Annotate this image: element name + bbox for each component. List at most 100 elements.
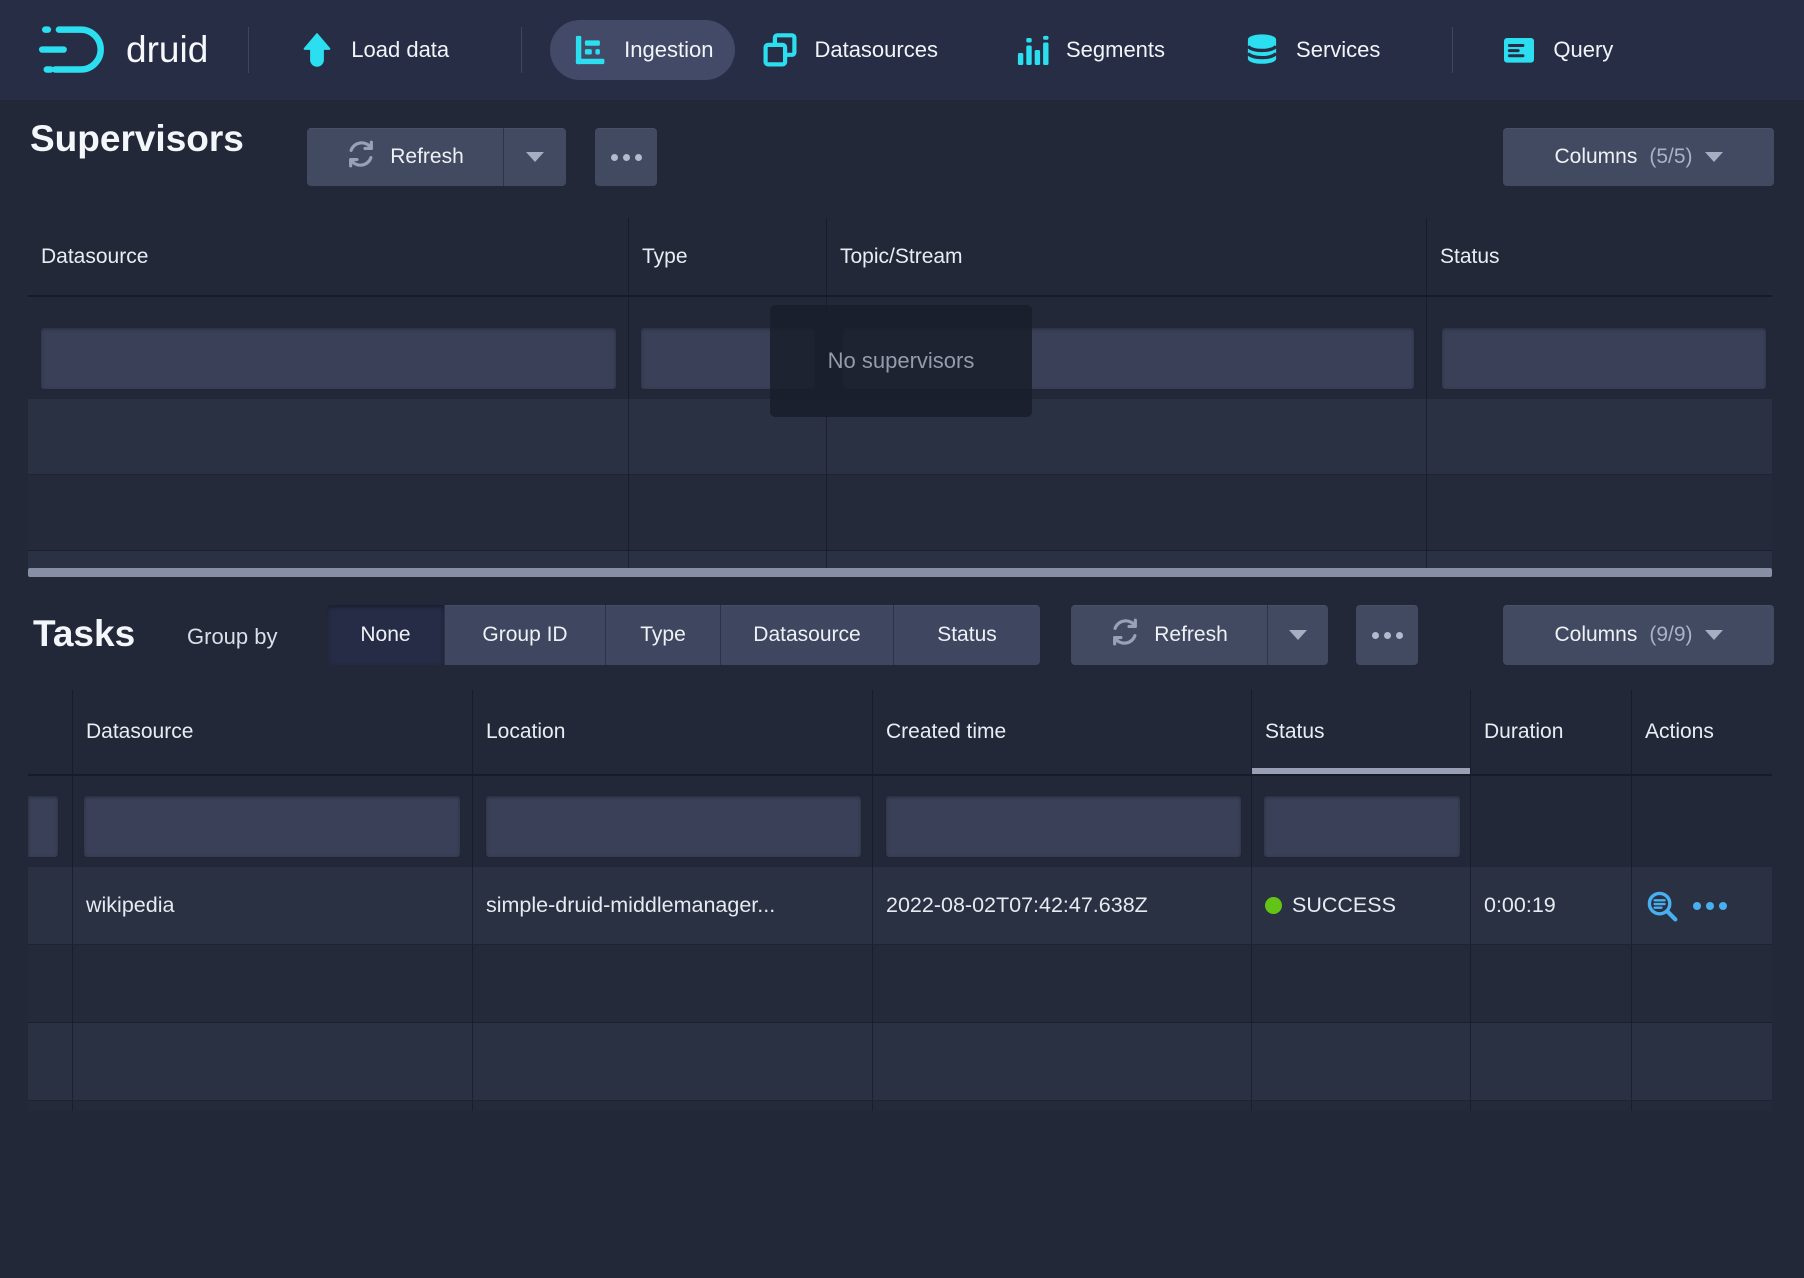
task-duration-cell: 0:00:19 xyxy=(1471,867,1632,944)
column-header-status[interactable]: Status xyxy=(1252,690,1471,774)
horizontal-scrollbar[interactable] xyxy=(28,568,1772,577)
created-time-filter-input[interactable] xyxy=(885,795,1242,858)
tasks-title: Tasks xyxy=(33,613,135,655)
empty-message: No supervisors xyxy=(828,348,975,374)
sort-indicator xyxy=(1252,768,1470,774)
refresh-icon xyxy=(1110,617,1140,653)
task-created-time-cell: 2022-08-02T07:42:47.638Z xyxy=(873,867,1252,944)
caret-down-icon xyxy=(1705,152,1723,162)
datasources-icon xyxy=(762,32,798,68)
nav-item-label: Datasources xyxy=(814,37,938,63)
druid-logo-icon xyxy=(38,22,114,79)
supervisors-header-row: Datasource Type Topic/Stream Status xyxy=(28,218,1772,297)
column-header-created-time[interactable]: Created time xyxy=(873,690,1252,774)
task-location-cell: simple-druid-middlemanager... xyxy=(473,867,873,944)
tasks-refresh-split-button: Refresh xyxy=(1071,605,1328,665)
nav-item-label: Load data xyxy=(351,37,449,63)
tasks-filter-row xyxy=(28,776,1772,867)
supervisors-more-button[interactable] xyxy=(595,128,657,186)
caret-down-icon xyxy=(526,152,544,162)
nav-item-ingestion[interactable]: Ingestion xyxy=(550,20,735,80)
columns-count: (9/9) xyxy=(1649,623,1692,647)
location-filter-input[interactable] xyxy=(485,795,862,858)
column-header-type[interactable]: Type xyxy=(629,218,827,295)
top-nav: druid Load data xyxy=(0,0,1804,100)
magnifier-icon[interactable] xyxy=(1645,889,1679,923)
tasks-refresh-button[interactable]: Refresh xyxy=(1071,605,1267,665)
column-header-status[interactable]: Status xyxy=(1427,218,1772,295)
task-row-wikipedia[interactable]: wikipedia simple-druid-middlemanager... … xyxy=(28,867,1772,945)
table-row xyxy=(28,1101,1772,1111)
nav-item-segments[interactable]: Segments xyxy=(992,20,1187,80)
column-header-datasource[interactable]: Datasource xyxy=(73,690,473,774)
row-more-icon[interactable] xyxy=(1693,902,1727,910)
column-header-datasource[interactable]: Datasource xyxy=(28,218,629,295)
nav-item-query[interactable]: Query xyxy=(1479,20,1635,80)
supervisors-refresh-dropdown-button[interactable] xyxy=(503,128,566,186)
ingestion-chart-icon xyxy=(572,32,608,68)
refresh-label: Refresh xyxy=(1154,623,1228,647)
query-icon xyxy=(1501,32,1537,68)
status-text: SUCCESS xyxy=(1292,893,1396,918)
status-filter-input[interactable] xyxy=(1263,795,1461,858)
druid-console: druid Load data xyxy=(0,0,1804,1278)
nav-divider xyxy=(521,27,522,73)
druid-logo[interactable]: druid xyxy=(38,22,208,79)
upload-icon xyxy=(299,32,335,68)
tasks-table: Datasource Location Created time Status … xyxy=(28,690,1772,1111)
supervisors-refresh-split-button: Refresh xyxy=(307,128,566,186)
nav-item-datasources[interactable]: Datasources xyxy=(740,20,960,80)
nav-item-label: Services xyxy=(1296,37,1380,63)
refresh-label: Refresh xyxy=(390,145,464,169)
caret-down-icon xyxy=(1705,630,1723,640)
group-by-label: Group by xyxy=(187,624,278,650)
column-header-duration[interactable]: Duration xyxy=(1471,690,1632,774)
supervisors-title: Supervisors xyxy=(30,118,244,160)
tasks-refresh-dropdown-button[interactable] xyxy=(1267,605,1328,665)
nav-item-label: Segments xyxy=(1066,37,1165,63)
more-icon xyxy=(1372,632,1403,639)
columns-label: Columns xyxy=(1554,145,1637,169)
refresh-icon xyxy=(346,139,376,175)
table-row xyxy=(28,551,1772,568)
group-by-type-button[interactable]: Type xyxy=(606,605,721,665)
no-supervisors-overlay: No supervisors xyxy=(770,305,1032,417)
nav-divider xyxy=(248,27,249,73)
task-actions-cell xyxy=(1632,867,1772,944)
table-row xyxy=(28,475,1772,551)
group-by-none-button[interactable]: None xyxy=(327,605,445,665)
task-datasource-cell: wikipedia xyxy=(73,867,473,944)
columns-count: (5/5) xyxy=(1649,145,1692,169)
column-header-hidden[interactable] xyxy=(28,690,73,774)
tasks-header-row: Datasource Location Created time Status … xyxy=(28,690,1772,776)
supervisors-refresh-button[interactable]: Refresh xyxy=(307,128,503,186)
table-row xyxy=(28,945,1772,1023)
datasource-filter-input[interactable] xyxy=(40,327,617,390)
tasks-more-button[interactable] xyxy=(1356,605,1418,665)
services-database-icon xyxy=(1244,32,1280,68)
nav-divider xyxy=(1452,27,1453,73)
group-by-datasource-button[interactable]: Datasource xyxy=(721,605,894,665)
column-header-location[interactable]: Location xyxy=(473,690,873,774)
nav-item-label: Ingestion xyxy=(624,37,713,63)
hidden-column-filter-input[interactable] xyxy=(28,795,59,858)
task-status-cell: SUCCESS xyxy=(1252,867,1471,944)
group-by-button-group: None Group ID Type Datasource Status xyxy=(327,605,1040,665)
group-by-group-id-button[interactable]: Group ID xyxy=(445,605,606,665)
column-header-topic-stream[interactable]: Topic/Stream xyxy=(827,218,1427,295)
datasource-filter-input[interactable] xyxy=(83,795,461,858)
status-filter-input[interactable] xyxy=(1441,327,1767,390)
table-row xyxy=(28,1023,1772,1101)
nav-item-load-data[interactable]: Load data xyxy=(277,20,471,80)
caret-down-icon xyxy=(1289,630,1307,640)
more-icon xyxy=(611,154,642,161)
logo-wordmark: druid xyxy=(126,29,208,71)
nav-item-services[interactable]: Services xyxy=(1222,20,1402,80)
segments-icon xyxy=(1014,32,1050,68)
tasks-columns-button[interactable]: Columns (9/9) xyxy=(1503,605,1774,665)
nav-item-label: Query xyxy=(1553,37,1613,63)
supervisors-columns-button[interactable]: Columns (5/5) xyxy=(1503,128,1774,186)
column-header-actions[interactable]: Actions xyxy=(1632,690,1772,774)
group-by-status-button[interactable]: Status xyxy=(894,605,1040,665)
success-status-dot xyxy=(1265,897,1282,914)
